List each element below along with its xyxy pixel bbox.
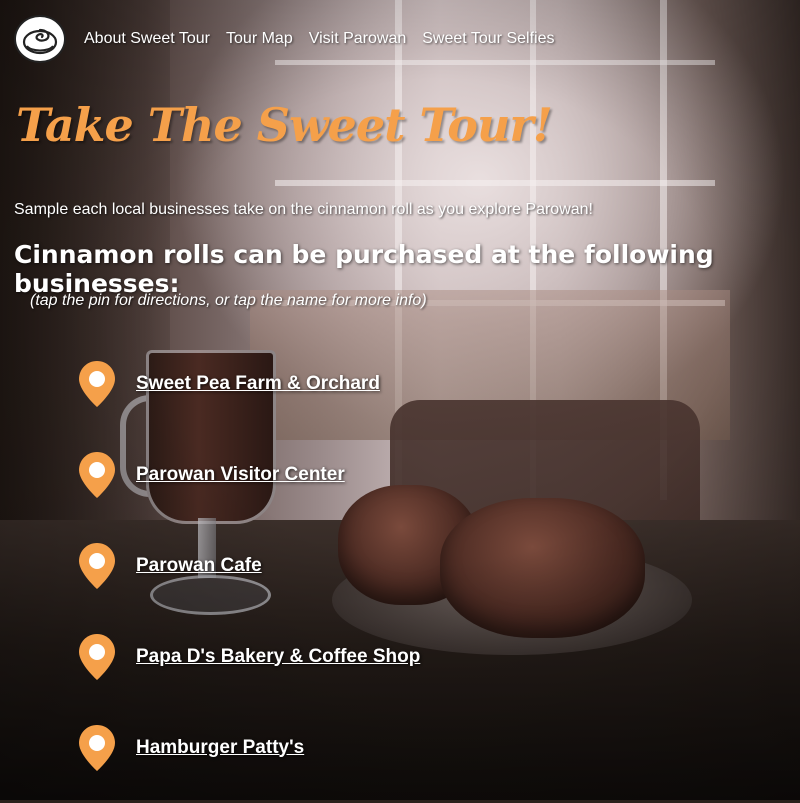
business-link-hamburger-pattys[interactable]: Hamburger Patty's <box>136 737 304 759</box>
page-title: Take The Sweet Tour! <box>16 98 553 152</box>
map-pin-icon[interactable] <box>78 542 116 590</box>
list-item: Hamburger Patty's <box>78 712 420 803</box>
map-pin-icon[interactable] <box>78 633 116 681</box>
list-item: Papa D's Bakery & Coffee Shop <box>78 621 420 712</box>
nav-link-selfies[interactable]: Sweet Tour Selfies <box>422 30 554 48</box>
business-link-papa-ds[interactable]: Papa D's Bakery & Coffee Shop <box>136 646 420 668</box>
instructions-hint: (tap the pin for directions, or tap the … <box>30 292 427 309</box>
nav-links: About Sweet Tour Tour Map Visit Parowan … <box>84 30 570 48</box>
nav-link-visit-parowan[interactable]: Visit Parowan <box>309 30 407 48</box>
intro-text: Sample each local businesses take on the… <box>14 201 593 218</box>
top-nav: About Sweet Tour Tour Map Visit Parowan … <box>14 15 570 63</box>
business-link-parowan-cafe[interactable]: Parowan Cafe <box>136 555 262 577</box>
cinnamon-roll-icon[interactable] <box>14 15 66 63</box>
list-item: Parowan Visitor Center <box>78 439 420 530</box>
nav-link-about[interactable]: About Sweet Tour <box>84 30 210 48</box>
list-item: Sweet Pea Farm & Orchard <box>78 348 420 439</box>
map-pin-icon[interactable] <box>78 360 116 408</box>
nav-link-tour-map[interactable]: Tour Map <box>226 30 293 48</box>
list-item: Parowan Cafe <box>78 530 420 621</box>
business-link-visitor-center[interactable]: Parowan Visitor Center <box>136 464 345 486</box>
map-pin-icon[interactable] <box>78 724 116 772</box>
business-list: Sweet Pea Farm & Orchard Parowan Visitor… <box>78 348 420 803</box>
map-pin-icon[interactable] <box>78 451 116 499</box>
business-link-sweet-pea[interactable]: Sweet Pea Farm & Orchard <box>136 373 380 395</box>
businesses-heading: Cinnamon rolls can be purchased at the f… <box>14 240 714 298</box>
